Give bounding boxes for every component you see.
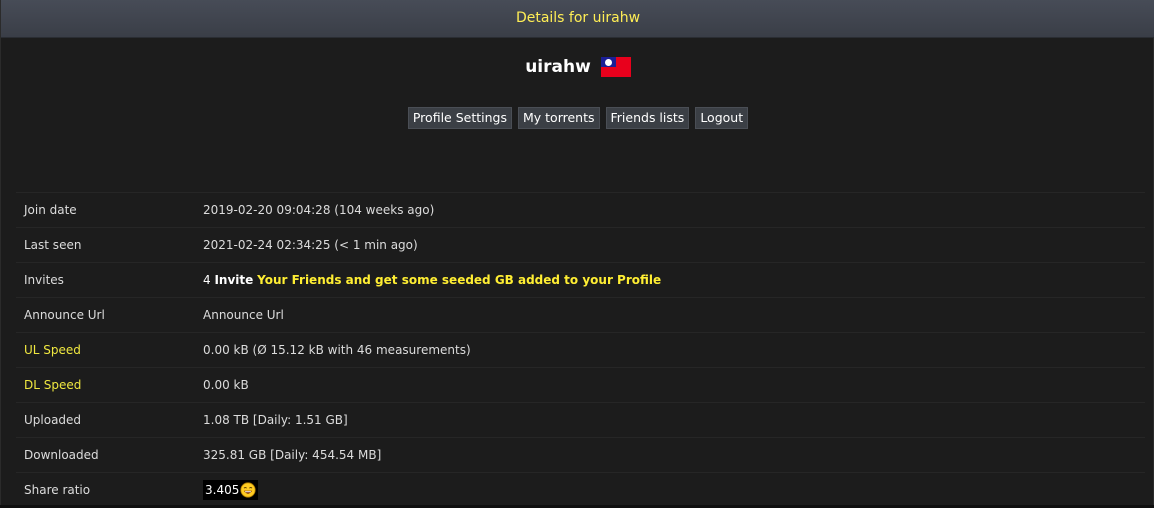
last-seen-label: Last seen (24, 238, 82, 252)
join-date-label: Join date (24, 203, 77, 217)
details-header: Details for uirahw (1, 0, 1154, 38)
announce-url-label: Announce Url (24, 308, 105, 322)
share-ratio-number: 3.405 (205, 483, 240, 498)
table-row: Share ratio 3.405 (16, 472, 1145, 508)
last-seen-value: 2021-02-24 02:34:25 (< 1 min ago) (203, 238, 418, 252)
share-ratio-box: 3.405 (203, 480, 259, 501)
uploaded-label: Uploaded (24, 413, 82, 427)
downloaded-value: 325.81 GB [Daily: 454.54 MB] (203, 448, 382, 462)
table-row: Announce Url Announce Url (16, 297, 1145, 333)
table-row: Uploaded 1.08 TB [Daily: 1.51 GB] (16, 402, 1145, 438)
table-row: Downloaded 325.81 GB [Daily: 454.54 MB] (16, 437, 1145, 473)
taiwan-flag-icon (600, 57, 631, 77)
laughing-smiley-icon (240, 482, 256, 498)
uploaded-value: 1.08 TB [Daily: 1.51 GB] (203, 413, 348, 427)
logout-button[interactable]: Logout (695, 107, 749, 129)
ul-speed-label: UL Speed (24, 343, 81, 357)
invite-friends-link[interactable]: Your Friends and get some seeded GB adde… (257, 273, 661, 287)
invite-word: Invite (214, 273, 254, 287)
table-row: UL Speed 0.00 kB (Ø 15.12 kB with 46 mea… (16, 332, 1145, 368)
invites-label: Invites (24, 273, 64, 287)
join-date-value: 2019-02-20 09:04:28 (104 weeks ago) (203, 203, 435, 217)
username: uirahw (525, 57, 591, 77)
invite-count: 4 (203, 273, 211, 287)
table-row: Last seen 2021-02-24 02:34:25 (< 1 min a… (16, 227, 1145, 263)
share-ratio-value: 3.405 (202, 473, 1145, 508)
ul-speed-value: 0.00 kB (Ø 15.12 kB with 46 measurements… (203, 343, 471, 357)
profile-settings-button[interactable]: Profile Settings (407, 107, 512, 129)
user-heading: uirahw (1, 53, 1154, 81)
downloaded-label: Downloaded (24, 448, 99, 462)
invites-value: 4 Invite Your Friends and get some seede… (202, 263, 1145, 298)
dl-speed-value: 0.00 kB (203, 378, 249, 392)
table-row: Invites 4 Invite Your Friends and get so… (16, 262, 1145, 298)
table-row: Join date 2019-02-20 09:04:28 (104 weeks… (16, 192, 1145, 228)
user-details-table: Join date 2019-02-20 09:04:28 (104 weeks… (16, 192, 1145, 508)
share-ratio-label: Share ratio (24, 483, 91, 498)
table-row: DL Speed 0.00 kB (16, 367, 1145, 403)
header-title: Details for uirahw (515, 10, 641, 26)
page-frame: Details for uirahw uirahw Profile Settin… (0, 0, 1154, 505)
my-torrents-button[interactable]: My torrents (517, 107, 600, 129)
dl-speed-label: DL Speed (24, 378, 82, 392)
profile-nav: Profile Settings My torrents Friends lis… (1, 107, 1154, 129)
friends-lists-button[interactable]: Friends lists (605, 107, 690, 129)
announce-url-value[interactable]: Announce Url (202, 298, 1145, 333)
